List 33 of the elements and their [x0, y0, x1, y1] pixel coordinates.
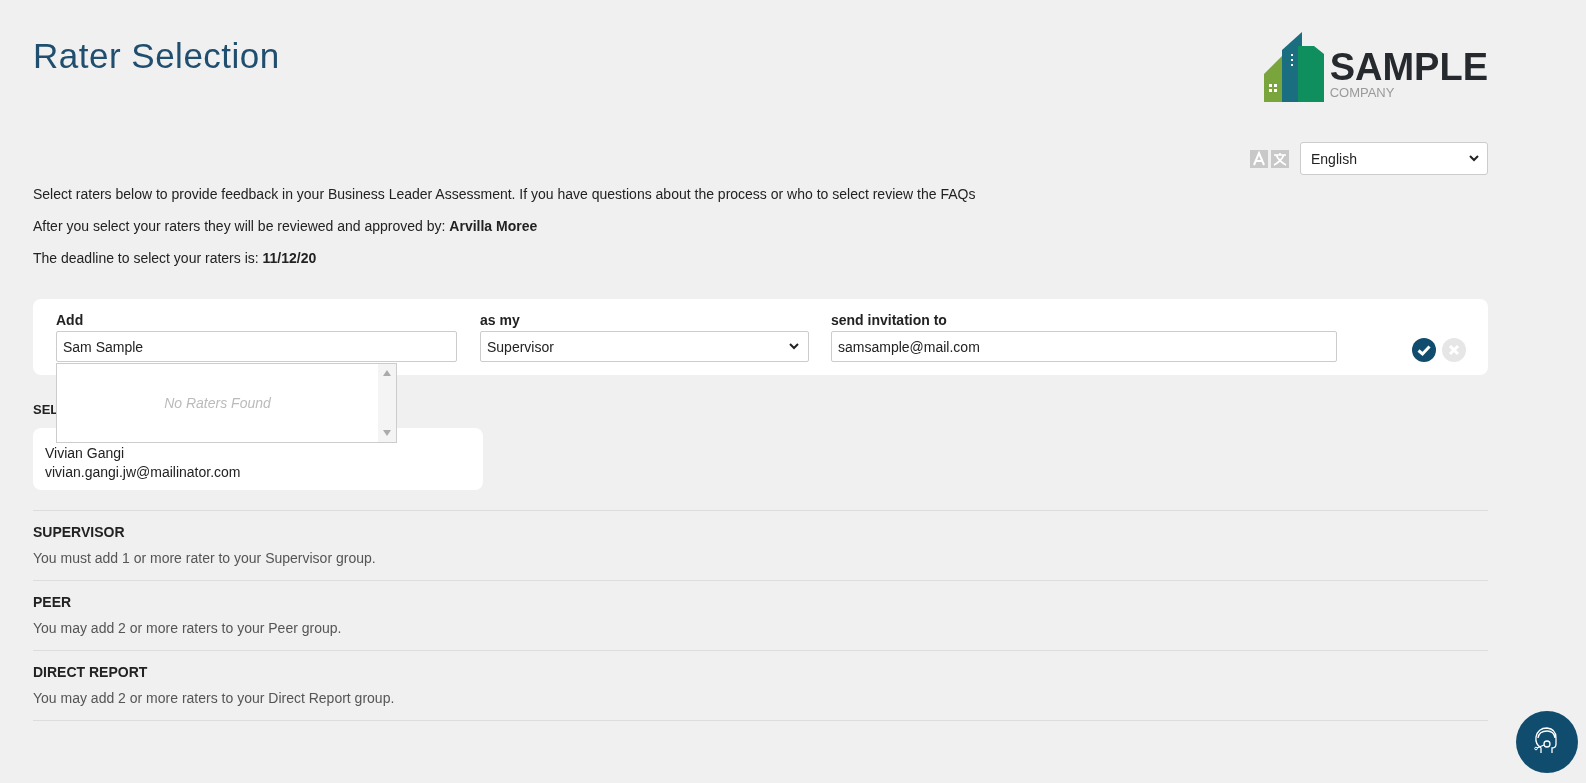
language-select[interactable]: English	[1300, 142, 1488, 175]
intro-text: Select raters below to provide feedback in your Business Leader Assessment. If you have questions about the process or who to select review the FAQs	[33, 185, 977, 203]
chevron-down-icon	[789, 343, 799, 350]
group-name: DIRECT REPORT	[33, 664, 149, 680]
field-label: Add	[56, 312, 85, 328]
buildings-logo-icon	[1263, 32, 1326, 102]
group-note: You must add 1 or more rater to your Supervisor group.	[33, 550, 377, 566]
group-name: PEER	[33, 594, 73, 610]
email-field[interactable]: samsample@mail.com	[831, 331, 1337, 362]
confirm-check-icon[interactable]	[1412, 338, 1436, 362]
empty-message: No Raters Found	[163, 394, 272, 413]
logo-name: SAMPLE	[1329, 48, 1488, 86]
logo-subtitle: COMPANY	[1329, 86, 1396, 100]
section-heading: SEL	[33, 402, 59, 417]
field-label: as my	[480, 312, 521, 328]
headset-support-icon[interactable]	[1516, 711, 1578, 773]
rater-email: vivian.gangi.jw@mailinator.com	[45, 463, 242, 482]
rater-name-field[interactable]: Sam Sample	[56, 331, 457, 362]
scrollbar[interactable]	[378, 364, 396, 442]
field-label: send invitation to	[831, 312, 948, 328]
group-name: SUPERVISOR	[33, 524, 126, 540]
translate-icon	[1250, 149, 1290, 168]
intro-text: The deadline to select your raters is: 11/12/20	[33, 249, 318, 267]
chevron-down-icon	[1469, 155, 1479, 162]
group-note: You may add 2 or more raters to your Peer group.	[33, 620, 343, 636]
group-note: You may add 2 or more raters to your Direct Report group.	[33, 690, 396, 706]
cancel-x-icon[interactable]	[1442, 338, 1466, 362]
rater-name: Vivian Gangi	[45, 444, 126, 463]
page-title: Rater Selection	[33, 36, 280, 76]
scroll-up-icon[interactable]	[383, 370, 391, 376]
relationship-select[interactable]: Supervisor	[480, 331, 809, 362]
intro-text: After you select your raters they will be reviewed and approved by: Arvilla Moree	[33, 217, 539, 235]
scroll-down-icon[interactable]	[383, 430, 391, 436]
